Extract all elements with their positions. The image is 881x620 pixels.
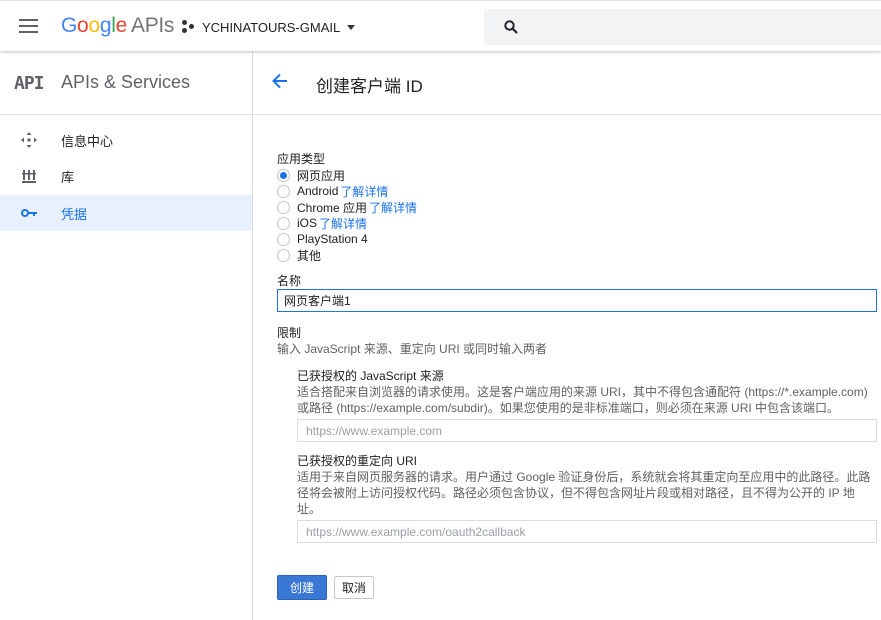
restrictions-label: 限制 — [277, 326, 302, 340]
project-name: YCHINATOURS-GMAIL — [202, 19, 341, 35]
client-name-input[interactable] — [277, 289, 877, 312]
redirect-uris-title: 已获授权的重定向 URI — [297, 454, 418, 468]
radio-button[interactable] — [277, 248, 290, 262]
redirect-uris-description: 适用于来自网页服务器的请求。用户通过 Google 验证身份后，系统就会将其重定… — [297, 470, 871, 516]
sidebar-item-library[interactable]: 库 — [0, 158, 252, 194]
js-origin-input[interactable] — [297, 419, 877, 442]
radio-button[interactable] — [277, 232, 290, 246]
js-origins-section: 已获授权的 JavaScript 来源 适合搭配来自浏览器的请求使用。这是客户端… — [297, 368, 877, 442]
key-icon — [20, 204, 38, 222]
js-origins-title: 已获授权的 JavaScript 来源 — [297, 369, 444, 383]
top-app-bar: Google APIs YCHINATOURS-GMAIL — [0, 0, 881, 51]
learn-more-link[interactable]: 了解详情 — [369, 199, 417, 216]
search-bar[interactable] — [484, 9, 881, 45]
menu-icon[interactable] — [19, 19, 38, 33]
radio-button[interactable] — [277, 168, 290, 182]
dashboard-icon — [20, 131, 38, 149]
library-icon — [20, 167, 38, 185]
radio-android[interactable]: Android 了解详情 — [277, 183, 877, 199]
sidebar-item-label: 凭据 — [61, 206, 88, 222]
radio-button[interactable] — [277, 216, 290, 230]
chevron-down-icon — [347, 24, 356, 30]
page-header: 创建客户端 ID — [254, 51, 881, 115]
cancel-button[interactable]: 取消 — [334, 576, 374, 599]
google-apis-logo[interactable]: Google APIs — [61, 14, 174, 38]
learn-more-link[interactable]: 了解详情 — [319, 215, 367, 232]
radio-chrome-app[interactable]: Chrome 应用 了解详情 — [277, 199, 877, 215]
radio-button[interactable] — [277, 184, 290, 198]
radio-other[interactable]: 其他 — [277, 247, 877, 263]
api-badge-icon: API — [14, 73, 44, 94]
radio-playstation-4[interactable]: PlayStation 4 — [277, 231, 877, 247]
sidebar-title[interactable]: APIs & Services — [61, 72, 190, 93]
project-selector[interactable]: YCHINATOURS-GMAIL — [181, 17, 356, 37]
sidebar-item-label: 库 — [61, 169, 75, 185]
sidebar-item-label: 信息中心 — [61, 133, 114, 149]
redirect-uris-section: 已获授权的重定向 URI 适用于来自网页服务器的请求。用户通过 Google 验… — [297, 453, 877, 543]
sidebar-header: API APIs & Services — [0, 51, 252, 115]
search-icon — [504, 20, 518, 34]
sidebar: API APIs & Services 信息中心 库 凭据 — [0, 51, 253, 620]
radio-button[interactable] — [277, 200, 290, 214]
app-type-label: 应用类型 — [277, 152, 326, 166]
radio-web-app[interactable]: 网页应用 — [277, 167, 877, 183]
sidebar-item-dashboard[interactable]: 信息中心 — [0, 122, 252, 158]
sidebar-item-credentials[interactable]: 凭据 — [0, 195, 252, 231]
radio-ios[interactable]: iOS 了解详情 — [277, 215, 877, 231]
js-origins-description: 适合搭配来自浏览器的请求使用。这是客户端应用的来源 URI，其中不得包含通配符 … — [297, 385, 868, 415]
learn-more-link[interactable]: 了解详情 — [340, 183, 388, 200]
page-title: 创建客户端 ID — [316, 77, 423, 96]
redirect-uri-input[interactable] — [297, 520, 877, 543]
project-icon — [181, 20, 195, 34]
create-client-form: 应用类型 网页应用 Android 了解详情 Chrome 应用 了解详情 iO… — [277, 152, 877, 543]
create-button[interactable]: 创建 — [277, 575, 327, 600]
name-label: 名称 — [277, 274, 302, 288]
back-arrow-icon[interactable] — [272, 73, 288, 94]
restrictions-description: 输入 JavaScript 来源、重定向 URI 或同时输入两者 — [277, 342, 548, 356]
